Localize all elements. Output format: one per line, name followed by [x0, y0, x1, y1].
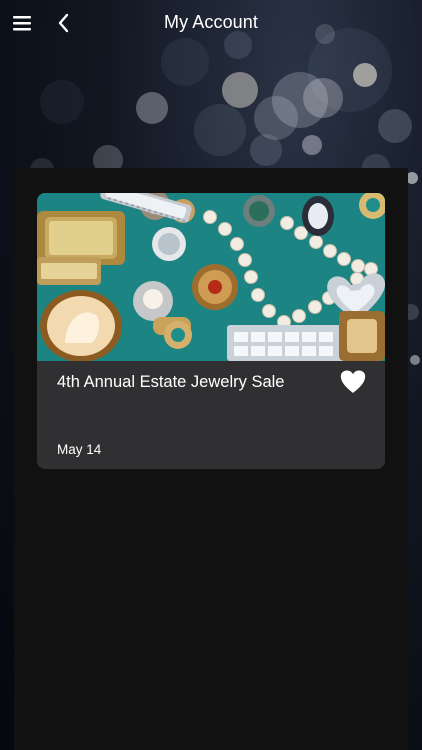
event-image — [37, 193, 385, 361]
account-screen: My Account 4th Annual Estate Jewelry Sal… — [0, 0, 422, 750]
event-date: May 14 — [57, 442, 102, 457]
top-bar: My Account — [0, 0, 422, 46]
event-title: 4th Annual Estate Jewelry Sale — [57, 373, 285, 391]
event-card[interactable]: 4th Annual Estate Jewelry Sale May 14 — [37, 193, 385, 469]
favorite-button[interactable] — [339, 369, 367, 395]
heart-icon — [340, 370, 366, 393]
page-title: My Account — [163, 12, 259, 32]
